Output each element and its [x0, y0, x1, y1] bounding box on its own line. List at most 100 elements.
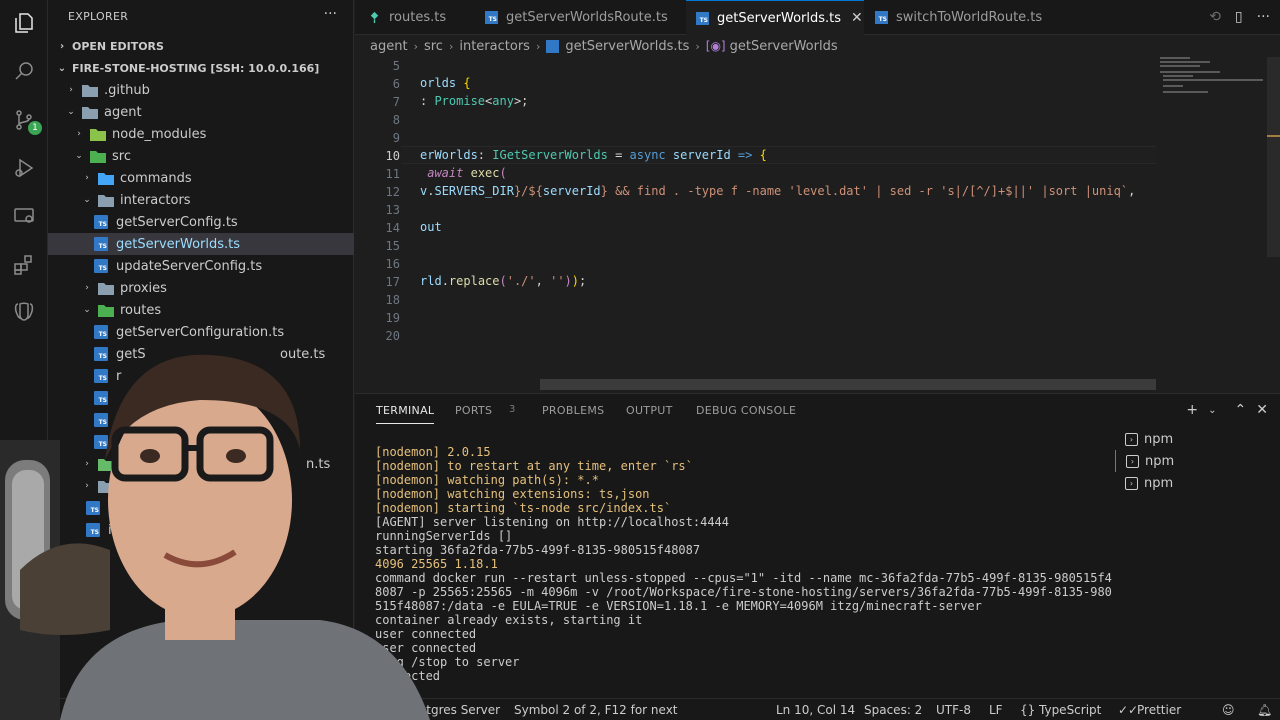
file-item[interactable]: TS r — [48, 365, 354, 387]
terminal-line: [nodemon] watching path(s): *.* — [375, 473, 599, 487]
status-encoding[interactable]: UTF-8 — [936, 703, 971, 717]
editor-actions: ⟲ ▯ ··· — [1209, 9, 1270, 25]
chevron-right-icon: › — [69, 85, 73, 95]
line-number: 5 — [392, 59, 400, 73]
open-editors-section[interactable]: › OPEN EDITORS — [48, 35, 353, 57]
code-line: erWorlds: IGetServerWorlds = async serve… — [420, 148, 767, 162]
more-actions-icon[interactable]: ··· — [1257, 9, 1270, 25]
split-editor-icon[interactable]: ▯ — [1235, 9, 1243, 25]
status-language[interactable]: TypeScript — [1039, 703, 1101, 717]
folder-item[interactable]: ⌄ agent — [48, 101, 354, 123]
folder-item[interactable]: ⌄ routes — [48, 299, 354, 321]
folder-icon — [82, 83, 98, 97]
status-prettier[interactable]: Prettier — [1137, 703, 1181, 717]
chevron-right-icon: › — [85, 173, 89, 183]
tree-item-label: routes — [120, 302, 162, 318]
close-icon[interactable]: ✕ — [851, 10, 863, 26]
file-item[interactable]: TS getServerConfig.ts — [48, 211, 354, 233]
breadcrumb-item[interactable]: agent — [370, 39, 408, 54]
maximize-panel-icon[interactable]: ⌃ — [1235, 402, 1247, 418]
terminal-instance[interactable]: › npm — [1115, 428, 1280, 450]
file-item[interactable]: TS getServerConfiguration.ts — [48, 321, 354, 343]
file-item[interactable]: TS ind — [48, 519, 354, 541]
file-item[interactable]: TS — [48, 409, 354, 431]
status-postgres[interactable]: stgres Server — [420, 703, 500, 717]
chevron-down-icon: ⌄ — [75, 151, 83, 161]
terminal-instance[interactable]: › npm — [1115, 472, 1280, 494]
chevron-right-icon: › — [535, 39, 541, 53]
tree-item-label: interactors — [120, 192, 191, 208]
code-editor[interactable]: 5 6 7 8 9 10 11 12 13 14 15 16 17 18 19 20 orlds { : Pr… — [355, 57, 1280, 392]
status-cursor-position[interactable]: Ln 10, Col 14 — [776, 703, 855, 717]
folder-item[interactable]: ⌄ interactors — [48, 189, 354, 211]
terminal-line: user connected — [375, 641, 477, 655]
bell-icon[interactable]: 🔔︎ — [1257, 703, 1272, 717]
ports-badge: 3 — [509, 404, 516, 415]
horizontal-scrollbar[interactable] — [540, 379, 1156, 390]
vertical-scrollbar[interactable] — [1267, 57, 1280, 257]
terminal-line: runningServerIds [] — [375, 529, 513, 543]
tab-routes[interactable]: routes.ts — [367, 0, 475, 35]
workspace-section[interactable]: ⌄ FIRE-STONE-HOSTING [SSH: 10.0.0.166] — [48, 57, 353, 79]
chevron-right-icon: › — [77, 129, 81, 139]
search-icon[interactable] — [10, 57, 38, 85]
terminal-instance-active[interactable]: › npm — [1115, 450, 1280, 472]
explorer-icon[interactable] — [10, 9, 38, 37]
terminal-line: [AGENT] server listening on http://local… — [375, 515, 730, 529]
file-item[interactable]: TS ge — [48, 497, 354, 519]
folder-item[interactable]: › node_modules — [48, 123, 354, 145]
terminal-line: connected — [375, 669, 441, 683]
postgres-icon[interactable] — [10, 298, 38, 326]
typescript-file-icon: TS — [94, 391, 108, 405]
status-symbol[interactable]: Symbol 2 of 2, F12 for next — [514, 703, 678, 717]
close-icon[interactable]: ✕ — [1256, 402, 1268, 418]
line-number: 20 — [385, 329, 400, 343]
file-item[interactable]: TS — [48, 387, 354, 409]
file-item[interactable]: TS updateServerConfig.ts — [48, 255, 354, 277]
tree-item-label: commands — [120, 170, 192, 186]
folder-item[interactable]: › commands — [48, 167, 354, 189]
terminal-line: [nodemon] 2.0.15 — [375, 445, 491, 459]
file-item[interactable]: TS getServerWorlds.ts — [48, 233, 354, 255]
tab-getServerWorldsRoute[interactable]: TS getServerWorldsRoute.ts — [485, 0, 685, 35]
status-indentation[interactable]: Spaces: 2 — [864, 703, 922, 717]
extensions-icon[interactable] — [10, 251, 38, 279]
folder-icon — [98, 193, 114, 207]
breadcrumb-item[interactable]: interactors — [459, 39, 530, 54]
tab-problems[interactable]: PROBLEMS — [542, 404, 604, 417]
remote-explorer-icon[interactable] — [10, 202, 38, 230]
run-debug-icon[interactable] — [10, 154, 38, 182]
tab-ports[interactable]: PORTS — [455, 404, 492, 417]
folder-item[interactable]: ⌄ src — [48, 145, 354, 167]
folder-icon — [98, 303, 114, 317]
typescript-file-icon: TS — [94, 325, 108, 339]
line-number: 13 — [385, 203, 400, 217]
braces-icon: {} — [1020, 703, 1036, 717]
tab-switchToWorldRoute[interactable]: TS switchToWorldRoute.ts — [875, 0, 1065, 35]
folder-item[interactable]: › — [48, 475, 354, 497]
chevron-down-icon[interactable]: ⌄ — [1208, 405, 1216, 418]
line-number: 12 — [385, 185, 400, 199]
file-item[interactable]: TS — [48, 431, 354, 453]
typescript-file-icon: TS — [86, 501, 100, 515]
breadcrumb-item[interactable]: src — [424, 39, 443, 54]
terminal-line: [nodemon] to restart at any time, enter … — [375, 459, 693, 473]
chevron-right-icon: › — [85, 459, 89, 469]
tab-terminal[interactable]: TERMINAL — [376, 404, 435, 424]
minimap[interactable] — [1155, 57, 1265, 392]
new-terminal-icon[interactable]: + — [1186, 402, 1198, 418]
tab-debug-console[interactable]: DEBUG CONSOLE — [696, 404, 796, 417]
open-changes-icon[interactable]: ⟲ — [1209, 9, 1221, 25]
feedback-icon[interactable]: ☺ — [1222, 703, 1235, 717]
breadcrumb-item[interactable]: getServerWorlds — [730, 39, 838, 54]
more-actions-icon[interactable]: ··· — [324, 6, 337, 22]
status-eol[interactable]: LF — [989, 703, 1003, 717]
code-line: : Promise<any>; — [420, 94, 529, 108]
tab-output[interactable]: OUTPUT — [626, 404, 673, 417]
folder-item[interactable]: › .github — [48, 79, 354, 101]
line-number: 10 — [385, 149, 400, 163]
folder-icon — [98, 457, 114, 471]
breadcrumb-item[interactable]: getServerWorlds.ts — [565, 39, 689, 54]
tab-getServerWorlds[interactable]: TS getServerWorlds.ts ✕ — [686, 0, 864, 35]
folder-item[interactable]: › proxies — [48, 277, 354, 299]
